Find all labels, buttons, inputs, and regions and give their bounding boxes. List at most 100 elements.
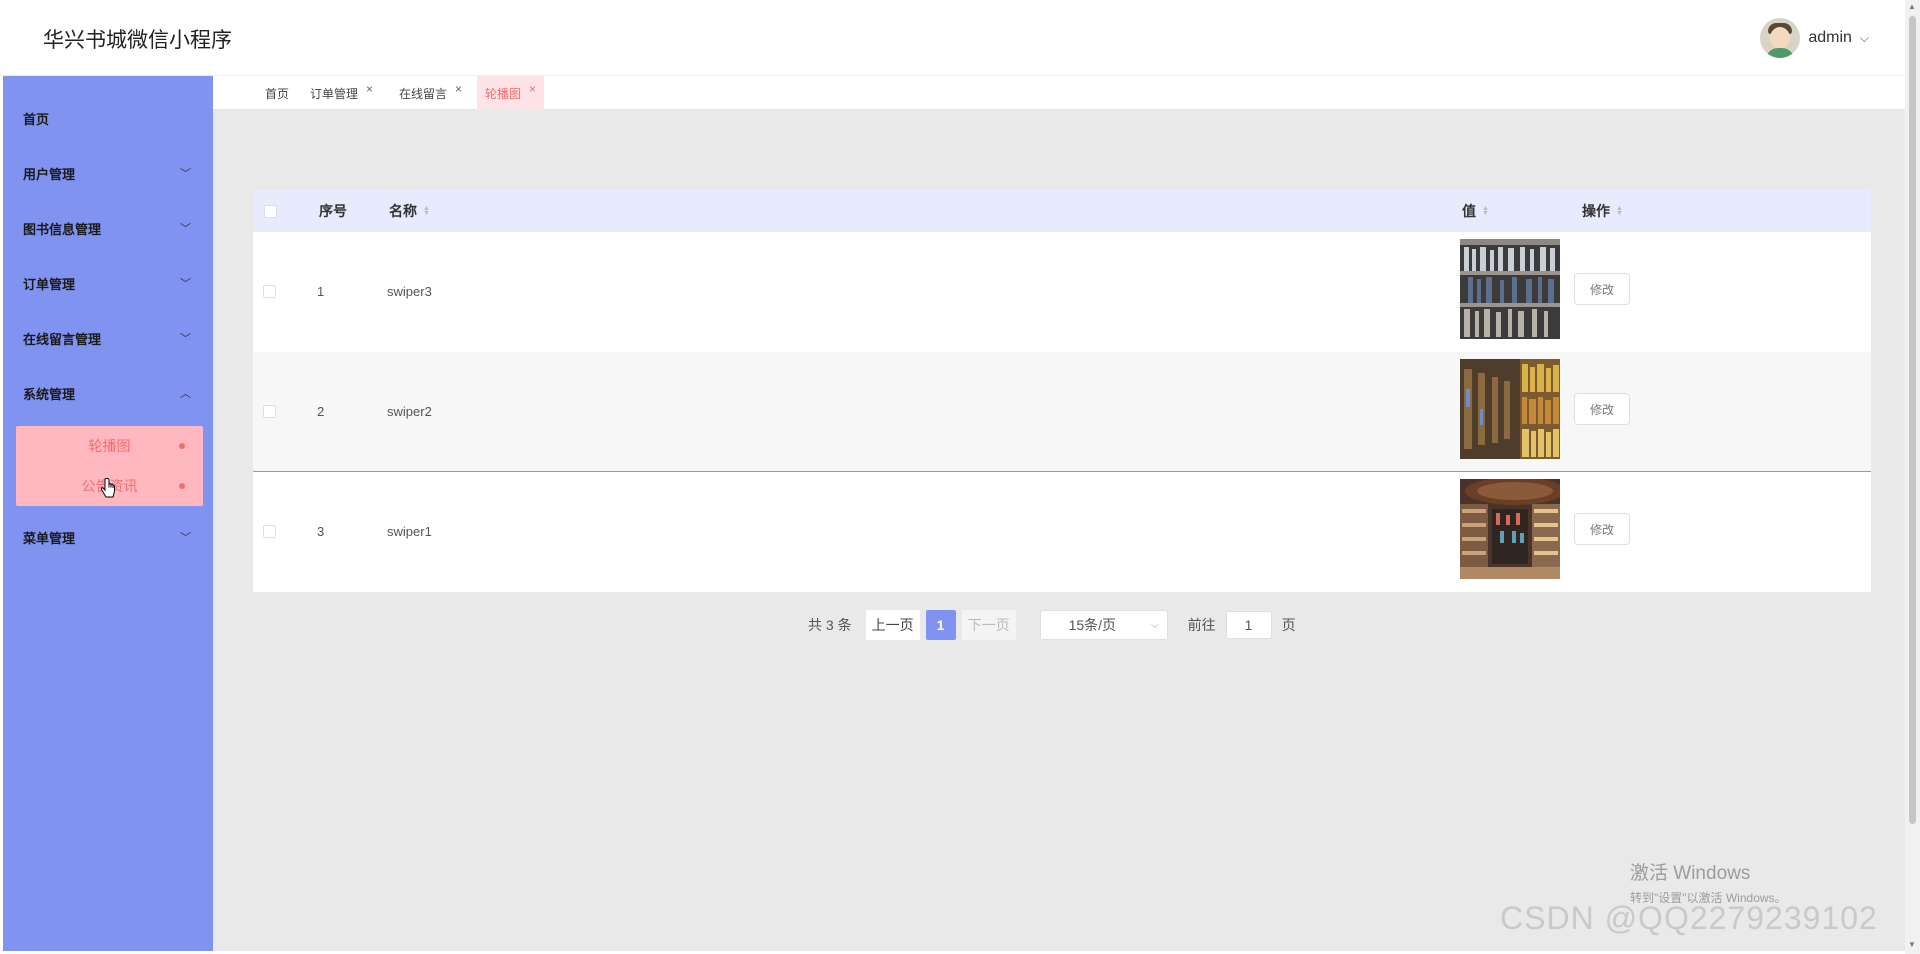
windows-activation-watermark: 激活 Windows 转到"设置"以激活 Windows。 xyxy=(1630,858,1787,906)
pagination: 共 3 条 上一页 1 下一页 15条/页 ⌵ 前往 页 xyxy=(808,610,1296,640)
submenu-item-label: 轮播图 xyxy=(88,438,131,454)
sidebar-item-label: 图书信息管理 xyxy=(23,221,102,237)
goto-page-input[interactable] xyxy=(1225,611,1272,639)
edit-button[interactable]: 修改 xyxy=(1574,513,1630,545)
sort-icon[interactable]: ▲ ▼ xyxy=(1616,205,1623,217)
dot-icon xyxy=(179,483,185,489)
active-dot-icon xyxy=(179,443,185,449)
sidebar-item-label: 系统管理 xyxy=(23,386,76,402)
hand-cursor-icon xyxy=(100,478,115,498)
user-menu[interactable]: admin ⌵ xyxy=(1760,18,1869,58)
prev-page-button[interactable]: 上一页 xyxy=(865,610,920,640)
sidebar-item-home[interactable]: 首页 xyxy=(3,98,213,138)
tab-orders[interactable]: 订单管理 × xyxy=(302,76,381,110)
row-index: 3 xyxy=(317,524,325,539)
sidebar-item-orders[interactable]: 订单管理 ﹀ xyxy=(3,263,213,303)
chevron-down-icon[interactable]: ⌵ xyxy=(1860,31,1869,46)
bookshelf-image xyxy=(1460,359,1560,459)
chevron-down-icon: ﹀ xyxy=(180,532,191,544)
avatar[interactable] xyxy=(1760,18,1801,58)
tab-label: 在线留言 xyxy=(399,86,448,101)
chevron-down-icon: ﹀ xyxy=(180,333,191,345)
table-row: 1 swiper3 修改 xyxy=(253,232,1871,352)
user-name[interactable]: admin xyxy=(1808,29,1852,47)
table-row: 2 swiper2 修改 xyxy=(253,352,1871,472)
select-all-checkbox[interactable] xyxy=(264,204,277,218)
tab-home[interactable]: 首页 xyxy=(257,76,297,110)
row-checkbox[interactable] xyxy=(263,525,276,538)
column-action[interactable]: 操作 ▲ ▼ xyxy=(1582,201,1623,221)
row-index: 2 xyxy=(317,404,325,419)
column-name[interactable]: 名称 ▲ ▼ xyxy=(389,201,430,221)
sort-icon[interactable]: ▲ ▼ xyxy=(1482,205,1489,217)
pagination-total: 共 3 条 xyxy=(808,617,852,633)
edit-button-label[interactable]: 修改 xyxy=(1574,273,1630,305)
tab-label: 首页 xyxy=(265,86,290,101)
sidebar-item-system[interactable]: 系统管理 ︿ xyxy=(3,373,213,413)
carousel-table: 序号 名称 ▲ ▼ 值 ▲ ▼ 操作 ▲ ▼ 1 swiper3 修改 2 sw… xyxy=(253,190,1871,592)
tab-label: 轮播图 xyxy=(485,86,522,101)
row-checkbox[interactable] xyxy=(263,285,276,298)
scroll-up-icon[interactable]: ▲ xyxy=(1908,2,1916,11)
sidebar: 首页 用户管理 ﹀ 图书信息管理 ﹀ 订单管理 ﹀ 在线留言管理 ﹀ 系统管理 … xyxy=(3,76,213,951)
tab-label: 订单管理 xyxy=(310,86,359,101)
column-value[interactable]: 值 ▲ ▼ xyxy=(1462,201,1489,221)
row-image[interactable] xyxy=(1460,239,1560,339)
next-page-button[interactable]: 下一页 xyxy=(961,610,1016,640)
chevron-down-icon: ⌵ xyxy=(1150,619,1159,631)
main-content: 序号 名称 ▲ ▼ 值 ▲ ▼ 操作 ▲ ▼ 1 swiper3 修改 2 sw… xyxy=(213,110,1905,951)
sidebar-item-books[interactable]: 图书信息管理 ﹀ xyxy=(3,208,213,248)
sidebar-item-label: 菜单管理 xyxy=(23,530,76,546)
column-label: 操作 xyxy=(1582,203,1610,219)
close-icon[interactable]: × xyxy=(366,82,373,96)
bookshelf-image xyxy=(1460,239,1560,339)
row-checkbox[interactable] xyxy=(263,405,276,418)
page-size-value: 15条/页 xyxy=(1068,617,1117,633)
sidebar-item-label: 用户管理 xyxy=(23,166,76,182)
csdn-watermark: CSDN @QQ2279239102 xyxy=(1500,900,1878,936)
watermark-line1: 激活 Windows xyxy=(1630,863,1751,884)
tab-messages[interactable]: 在线留言 × xyxy=(391,76,470,110)
table-row: 3 swiper1 修改 xyxy=(253,472,1871,592)
page-size-select[interactable]: 15条/页 ⌵ xyxy=(1039,610,1168,640)
row-name: swiper1 xyxy=(387,524,432,539)
edit-button[interactable]: 修改 xyxy=(1574,393,1630,425)
sidebar-item-label: 首页 xyxy=(23,111,50,127)
goto-label: 前往 xyxy=(1187,617,1216,633)
tab-bar: 首页 订单管理 × 在线留言 × 轮播图 × xyxy=(213,76,1905,110)
sidebar-item-messages[interactable]: 在线留言管理 ﹀ xyxy=(3,318,213,358)
bookstore-interior-image xyxy=(1460,479,1560,579)
chevron-down-icon: ﹀ xyxy=(180,223,191,235)
scrollbar-thumb[interactable] xyxy=(1909,16,1916,824)
page-number-current[interactable]: 1 xyxy=(925,610,956,640)
sidebar-item-label: 订单管理 xyxy=(23,276,76,292)
close-icon[interactable]: × xyxy=(455,82,462,96)
sidebar-item-label: 在线留言管理 xyxy=(23,331,102,347)
chevron-down-icon: ﹀ xyxy=(180,278,191,290)
sidebar-item-users[interactable]: 用户管理 ﹀ xyxy=(3,153,213,193)
table-header: 序号 名称 ▲ ▼ 值 ▲ ▼ 操作 ▲ ▼ xyxy=(253,190,1871,232)
page-suffix: 页 xyxy=(1281,617,1296,633)
row-image[interactable] xyxy=(1460,479,1560,579)
column-index: 序号 xyxy=(319,201,347,221)
edit-button-label[interactable]: 修改 xyxy=(1574,513,1630,545)
row-name: swiper3 xyxy=(387,284,432,299)
edit-button[interactable]: 修改 xyxy=(1574,273,1630,305)
close-icon[interactable]: × xyxy=(529,82,536,96)
row-index: 1 xyxy=(317,284,325,299)
row-image[interactable] xyxy=(1460,359,1560,459)
sidebar-item-menus[interactable]: 菜单管理 ﹀ xyxy=(3,517,213,557)
column-label: 序号 xyxy=(319,203,347,219)
edit-button-label[interactable]: 修改 xyxy=(1574,393,1630,425)
submenu-item-carousel[interactable]: 轮播图 xyxy=(16,426,203,466)
row-name: swiper2 xyxy=(387,404,432,419)
tab-carousel[interactable]: 轮播图 × xyxy=(477,76,545,110)
top-header: 华兴书城微信小程序 admin ⌵ xyxy=(0,0,1905,76)
app-title: 华兴书城微信小程序 xyxy=(43,29,232,52)
column-label: 名称 xyxy=(389,203,417,219)
column-label: 值 xyxy=(1462,203,1476,219)
vertical-scrollbar[interactable]: ▲ ▼ xyxy=(1905,0,1920,954)
sort-icon[interactable]: ▲ ▼ xyxy=(423,205,430,217)
scroll-down-icon[interactable]: ▼ xyxy=(1908,940,1916,949)
chevron-up-icon: ︿ xyxy=(180,388,191,400)
